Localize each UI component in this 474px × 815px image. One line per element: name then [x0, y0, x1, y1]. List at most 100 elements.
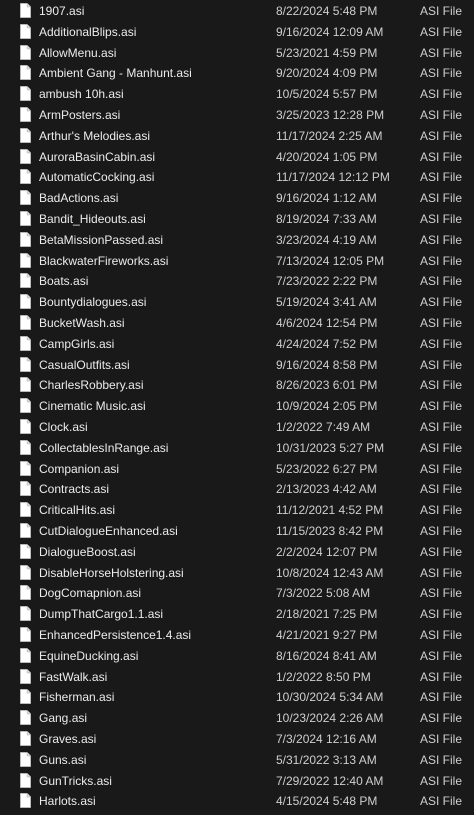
file-type: ASI File — [420, 440, 463, 455]
file-type: ASI File — [420, 108, 463, 122]
file-name: EquineDucking.asi — [39, 648, 139, 663]
file-row[interactable]: DumpThatCargo1.1.asi 2/18/2021 7:25 PM ASI… — [0, 604, 474, 625]
file-type: ASI File — [420, 191, 463, 206]
file-name: 1907.asi — [39, 4, 85, 18]
file-row[interactable]: Arthur's Melodies.asi 11/17/2024 2:25 AM A… — [0, 126, 474, 147]
file-date-modified: 11/12/2021 4:52 PM — [276, 503, 384, 518]
file-date-modified: 10/23/2024 2:26 AM — [276, 711, 384, 726]
document-icon — [20, 481, 31, 497]
document-icon — [20, 460, 31, 476]
document-icon — [20, 585, 31, 601]
document-icon — [20, 148, 31, 164]
file-row[interactable]: BadActions.asi 9/16/2024 1:12 AM ASI File — [0, 188, 474, 209]
file-type: ASI File — [420, 45, 463, 60]
file-row[interactable]: BetaMissionPassed.asi 3/23/2024 4:19 AM AS… — [0, 230, 474, 251]
file-row[interactable]: Gang.asi 10/23/2024 2:26 AM ASI File — [0, 708, 474, 729]
file-row[interactable]: GunTricks.asi 7/29/2022 12:40 AM ASI File — [0, 771, 474, 792]
file-row[interactable]: CampGirls.asi 4/24/2024 7:52 PM ASI File — [0, 334, 474, 355]
file-date-modified: 11/17/2024 12:12 PM — [276, 170, 390, 185]
document-icon — [20, 44, 31, 60]
file-row[interactable]: Bountydialogues.asi 5/19/2024 3:41 AM ASI … — [0, 292, 474, 313]
file-name: CharlesRobbery.asi — [39, 378, 144, 393]
file-row[interactable]: Ambient Gang - Manhunt.asi 9/20/2024 4:09… — [0, 63, 474, 84]
file-type: ASI File — [420, 4, 463, 18]
file-row[interactable]: BucketWash.asi 4/6/2024 12:54 PM ASI File — [0, 313, 474, 334]
file-name: ArmPosters.asi — [39, 108, 121, 122]
file-row[interactable]: CharlesRobbery.asi 8/26/2023 6:01 PM ASI F… — [0, 375, 474, 396]
document-icon — [20, 315, 31, 330]
file-row[interactable]: EnhancedPersistence1.4.asi 4/21/2021 9:27… — [0, 625, 474, 646]
file-type: ASI File — [420, 565, 463, 580]
file-row[interactable]: CriticalHits.asi 11/12/2021 4:52 PM ASI Fi… — [0, 500, 474, 521]
document-icon — [20, 502, 31, 518]
file-row[interactable]: CutDialogueEnhanced.asi 11/15/2023 8:42 P… — [0, 521, 474, 542]
file-type: ASI File — [420, 149, 463, 164]
file-name: AdditionalBlips.asi — [39, 24, 137, 39]
document-icon — [20, 190, 31, 206]
file-row[interactable]: Boats.asi 7/23/2022 2:22 PM ASI File — [0, 271, 474, 292]
file-row[interactable]: ArmPosters.asi 3/25/2023 12:28 PM ASI File — [0, 105, 474, 126]
file-row[interactable]: CollectablesInRange.asi 10/31/2023 5:27 P… — [0, 438, 474, 459]
file-date-modified: 3/23/2024 4:19 AM — [276, 232, 377, 247]
file-name: EnhancedPersistence1.4.asi — [39, 628, 192, 642]
file-type: ASI File — [420, 232, 463, 247]
file-row[interactable]: AdditionalBlips.asi 9/16/2024 12:09 AM ASI… — [0, 22, 474, 43]
file-name: Fisherman.asi — [39, 690, 115, 705]
file-date-modified: 5/19/2024 3:41 AM — [276, 295, 377, 310]
file-name: CollectablesInRange.asi — [39, 440, 169, 455]
file-date-modified: 4/24/2024 7:52 PM — [276, 336, 378, 351]
file-date-modified: 2/13/2023 4:42 AM — [276, 482, 377, 497]
file-name: Bandit_Hideouts.asi — [39, 212, 146, 226]
file-date-modified: 10/8/2024 12:43 AM — [276, 565, 384, 580]
file-name: DumpThatCargo1.1.asi — [39, 607, 164, 622]
file-row[interactable]: Harlots.asi 4/15/2024 5:48 PM ASI File — [0, 791, 474, 812]
file-date-modified: 9/16/2024 12:09 AM — [276, 24, 384, 39]
file-row[interactable]: Companion.asi 5/23/2022 6:27 PM ASI File — [0, 459, 474, 480]
file-type: ASI File — [420, 669, 463, 684]
file-date-modified: 5/23/2022 6:27 PM — [276, 461, 378, 476]
file-row[interactable]: Guns.asi 5/31/2022 3:13 AM ASI File — [0, 750, 474, 771]
file-name: AutomaticCocking.asi — [39, 170, 155, 185]
file-date-modified: 3/25/2023 12:28 PM — [276, 108, 385, 122]
file-row[interactable]: DialogueBoost.asi 2/2/2024 12:07 PM ASI Fi… — [0, 542, 474, 563]
document-icon — [20, 107, 31, 122]
document-icon — [20, 169, 31, 185]
document-icon — [20, 419, 31, 434]
file-row[interactable]: 1907.asi 8/22/2024 5:48 PM ASI File — [0, 1, 474, 22]
file-row[interactable]: CasualOutfits.asi 9/16/2024 8:58 PM ASI Fi… — [0, 355, 474, 376]
file-row[interactable]: AutomaticCocking.asi 11/17/2024 12:12 PM A… — [0, 167, 474, 188]
file-name: BlackwaterFireworks.asi — [39, 253, 169, 268]
document-icon — [20, 211, 31, 226]
file-type: ASI File — [420, 378, 463, 393]
file-date-modified: 4/6/2024 12:54 PM — [276, 316, 378, 330]
file-row[interactable]: Fisherman.asi 10/30/2024 5:34 AM ASI File — [0, 687, 474, 708]
file-row[interactable]: DisableHorseHolstering.asi 10/8/2024 12:4… — [0, 563, 474, 584]
file-date-modified: 1/2/2022 8:50 PM — [276, 669, 371, 684]
file-row[interactable]: EquineDucking.asi 8/16/2024 8:41 AM ASI Fi… — [0, 646, 474, 667]
file-date-modified: 8/26/2023 6:01 PM — [276, 378, 378, 393]
document-icon — [20, 793, 31, 809]
file-type: ASI File — [420, 128, 463, 143]
document-icon — [20, 127, 31, 143]
document-icon — [20, 523, 31, 538]
file-type: ASI File — [420, 524, 463, 538]
file-row[interactable]: Clock.asi 1/2/2022 7:49 AM ASI File — [0, 417, 474, 438]
file-row[interactable]: DogComapnion.asi 7/3/2022 5:08 AM ASI File — [0, 583, 474, 604]
file-type: ASI File — [420, 399, 463, 414]
file-type: ASI File — [420, 212, 463, 226]
file-date-modified: 5/23/2021 4:59 PM — [276, 45, 378, 60]
file-row[interactable]: FastWalk.asi 1/2/2022 8:50 PM ASI File — [0, 667, 474, 688]
file-row[interactable]: AuroraBasinCabin.asi 4/20/2024 1:05 PM ASI… — [0, 147, 474, 168]
file-row[interactable]: Bandit_Hideouts.asi 8/19/2024 7:33 AM ASI … — [0, 209, 474, 230]
file-row[interactable]: BlackwaterFireworks.asi 7/13/2024 12:05 P… — [0, 251, 474, 272]
file-row[interactable]: Contracts.asi 2/13/2023 4:42 AM ASI File — [0, 479, 474, 500]
document-icon — [20, 252, 31, 268]
file-row[interactable]: Cinematic Music.asi 10/9/2024 2:05 PM ASI … — [0, 396, 474, 417]
file-row[interactable]: AllowMenu.asi 5/23/2021 4:59 PM ASI File — [0, 43, 474, 64]
file-type: ASI File — [420, 357, 463, 372]
file-type: ASI File — [420, 752, 463, 767]
file-date-modified: 2/2/2024 12:07 PM — [276, 544, 378, 559]
file-row[interactable]: ambush 10h.asi 10/5/2024 5:57 PM ASI File — [0, 84, 474, 105]
file-date-modified: 7/29/2022 12:40 AM — [276, 773, 384, 788]
file-row[interactable]: Graves.asi 7/3/2024 12:16 AM ASI File — [0, 729, 474, 750]
